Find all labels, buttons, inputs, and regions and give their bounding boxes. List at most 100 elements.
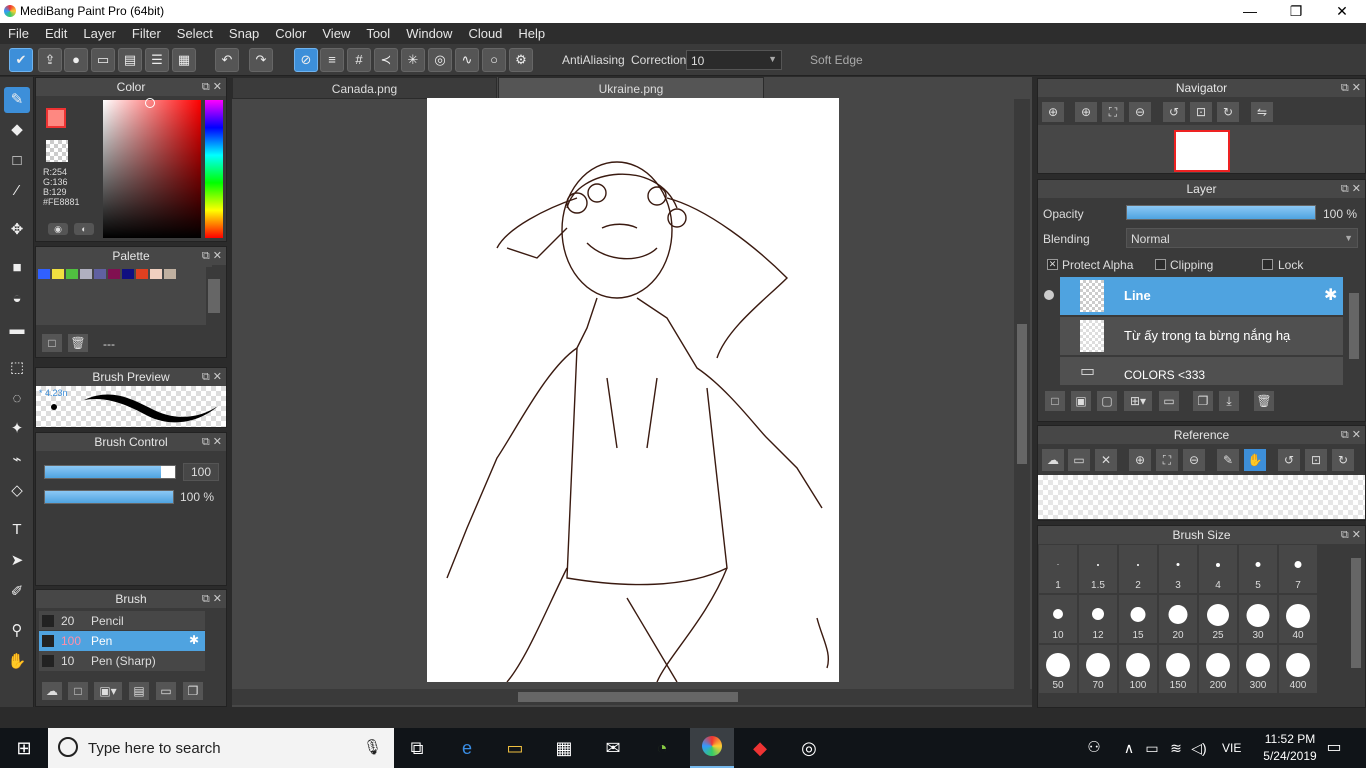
task-view-icon[interactable]: ⧉ [403, 734, 431, 762]
panel-buttons-icon[interactable]: ⧉ ✕ [202, 590, 222, 608]
palette-swatch[interactable] [80, 269, 92, 279]
palette-swatch[interactable] [122, 269, 134, 279]
medibang-taskbar-button[interactable] [690, 728, 734, 768]
undo-icon[interactable]: ↶ [215, 48, 239, 72]
new-1bit-layer-icon[interactable]: ▢ [1097, 391, 1117, 411]
reference-reset-icon[interactable]: ⊡ [1305, 449, 1327, 471]
bucket-tool-icon[interactable]: ◒ [4, 286, 30, 312]
palette-swatch[interactable] [66, 269, 78, 279]
menu-window[interactable]: Window [398, 23, 460, 41]
duplicate-brush-icon[interactable]: ❐ [183, 682, 203, 700]
brush-size-option[interactable]: 40 [1278, 594, 1318, 644]
rotate-right-icon[interactable]: ↻ [1217, 102, 1239, 122]
scrollbar-thumb[interactable] [208, 279, 220, 313]
reference-fit-icon[interactable]: ⛶ [1156, 449, 1178, 471]
menu-layer[interactable]: Layer [75, 23, 124, 41]
reference-canvas[interactable] [1038, 475, 1365, 519]
panel-buttons-icon[interactable]: ⧉ ✕ [1341, 526, 1361, 544]
tab-canada[interactable]: Canada.png [232, 77, 497, 99]
brush-tool-icon[interactable]: ✎ [4, 87, 30, 113]
menu-file[interactable]: File [0, 23, 37, 41]
panel-buttons-icon[interactable]: ⧉ ✕ [202, 78, 222, 96]
lock-checkbox[interactable] [1262, 259, 1273, 270]
fill-shape-tool-icon[interactable]: ■ [4, 255, 30, 281]
windows-start-icon[interactable]: ⊞ [10, 734, 38, 762]
snap-parallel-icon[interactable]: ≡ [320, 48, 344, 72]
snap-radial-icon[interactable]: ✳ [401, 48, 425, 72]
menu-snap[interactable]: Snap [221, 23, 267, 41]
snap-off-icon[interactable]: ⊘ [294, 48, 318, 72]
volume-icon[interactable]: ◁) [1185, 734, 1213, 762]
brush-size-value[interactable]: 100 [183, 463, 219, 481]
language-indicator[interactable]: VIE [1222, 741, 1241, 755]
gear-icon[interactable]: ✱ [1324, 285, 1337, 305]
canvas-horizontal-scrollbar[interactable] [232, 689, 1032, 705]
canvas-vertical-scrollbar[interactable] [1014, 99, 1030, 689]
close-button[interactable]: ✕ [1319, 0, 1365, 23]
navigator-thumbnail[interactable] [1174, 130, 1230, 172]
slider-handle[interactable] [161, 466, 175, 478]
panel-buttons-icon[interactable]: ⧉ ✕ [1341, 79, 1361, 97]
brush-folder-icon[interactable]: ▭ [156, 682, 176, 700]
list-icon[interactable]: ☰ [145, 48, 169, 72]
vpn-app-icon[interactable]: ◎ [795, 734, 823, 762]
brush-size-option[interactable]: 12 [1078, 594, 1118, 644]
panel-buttons-icon[interactable]: ⧉ ✕ [202, 368, 222, 386]
line-tool-icon[interactable]: ⁄ [4, 178, 30, 204]
select-eraser-tool-icon[interactable]: ◇ [4, 478, 30, 504]
layer-scrollbar[interactable] [1347, 277, 1361, 385]
redo-icon[interactable]: ↷ [249, 48, 273, 72]
brush-size-option[interactable]: 2 [1118, 544, 1158, 594]
panel-buttons-icon[interactable]: ⧉ ✕ [202, 433, 222, 451]
store-icon[interactable]: ▦ [550, 734, 578, 762]
layer-opacity-slider[interactable] [1126, 205, 1316, 220]
operation-tool-icon[interactable]: ➤ [4, 548, 30, 574]
palette-swatch[interactable] [38, 269, 50, 279]
snap-grid-icon[interactable]: # [347, 48, 371, 72]
new-brush-icon[interactable]: □ [68, 682, 88, 700]
brush-cloud-icon[interactable]: ☁ [42, 682, 62, 700]
zoom-out-icon[interactable]: ⊖ [1129, 102, 1151, 122]
brush-size-option[interactable]: 15 [1118, 594, 1158, 644]
new-folder-icon[interactable]: ▭ [1159, 391, 1179, 411]
menu-view[interactable]: View [314, 23, 358, 41]
menu-help[interactable]: Help [510, 23, 553, 41]
scrollbar-thumb[interactable] [1349, 293, 1359, 359]
palette-swap-icon[interactable]: ◉ [48, 223, 68, 235]
layer-row-colors-folder[interactable]: ▭ COLORS <333 [1060, 357, 1343, 385]
layer-row-line[interactable]: Line ✱ [1060, 277, 1343, 315]
hue-slider[interactable] [205, 100, 223, 238]
primary-color-swatch[interactable] [46, 108, 66, 128]
layer-visibility-icon[interactable] [1044, 290, 1054, 300]
people-icon[interactable]: ⚇ [1080, 734, 1108, 762]
menu-cloud[interactable]: Cloud [460, 23, 510, 41]
brush-size-option[interactable]: 5 [1238, 544, 1278, 594]
reference-zoom-in-icon[interactable]: ⊕ [1129, 449, 1151, 471]
clock[interactable]: 11:52 PM 5/24/2019 [1250, 731, 1330, 765]
tab-ukraine[interactable]: Ukraine.png [498, 77, 764, 99]
reference-hand-icon[interactable]: ✋ [1244, 449, 1266, 471]
lasso-tool-icon[interactable]: ◌ [4, 386, 30, 412]
rotate-left-icon[interactable]: ↺ [1163, 102, 1185, 122]
brush-size-option[interactable]: 20 [1158, 594, 1198, 644]
new-layer-icon[interactable]: □ [1045, 391, 1065, 411]
saturation-value-picker[interactable] [103, 98, 201, 238]
select-rect-tool-icon[interactable]: ⬚ [4, 355, 30, 381]
panel-buttons-icon[interactable]: ⧉ ✕ [202, 247, 222, 265]
add-layer-menu-icon[interactable]: ⊞▾ [1124, 391, 1152, 411]
comment-icon[interactable]: ● [64, 48, 88, 72]
reference-rotate-right-icon[interactable]: ↻ [1332, 449, 1354, 471]
file-explorer-icon[interactable]: ▭ [501, 734, 529, 762]
eyedropper-tool-icon[interactable]: ⚲ [4, 618, 30, 644]
flip-icon[interactable]: ⇋ [1251, 102, 1273, 122]
brush-item-pen-sharp[interactable]: 10 Pen (Sharp) [39, 651, 205, 671]
brush-size-option[interactable]: 25 [1198, 594, 1238, 644]
page-icon[interactable]: ▤ [118, 48, 142, 72]
brush-size-option[interactable]: 3 [1158, 544, 1198, 594]
reference-cloud-icon[interactable]: ☁ [1042, 449, 1064, 471]
duplicate-layer-icon[interactable]: ❐ [1193, 391, 1213, 411]
brush-size-option[interactable]: 10 [1038, 594, 1078, 644]
zoom-icon[interactable]: ⊕ [1042, 102, 1064, 122]
palette-swatch[interactable] [52, 269, 64, 279]
correction-select[interactable]: 10 ▼ [686, 50, 782, 70]
